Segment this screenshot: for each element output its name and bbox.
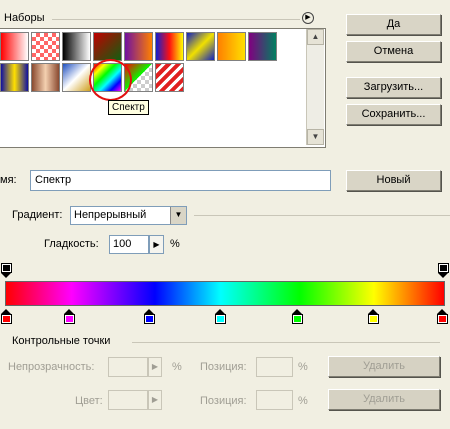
opacity-input[interactable] — [108, 357, 148, 377]
color-swatch-input[interactable] — [108, 390, 148, 410]
stops-group-title: Контрольные точки — [12, 335, 111, 347]
gradient-type-value: Непрерывный — [74, 209, 147, 221]
scroll-down-icon[interactable]: ▼ — [307, 129, 324, 145]
color-picker-icon[interactable]: ▶ — [148, 390, 162, 410]
gradient-type-label: Градиент: — [12, 209, 63, 221]
save-button[interactable]: Сохранить... — [346, 104, 441, 125]
stops-divider — [132, 342, 440, 343]
color-stop[interactable] — [1, 309, 12, 324]
ok-button[interactable]: Да — [346, 14, 441, 35]
preset-swatch[interactable] — [124, 32, 153, 61]
color-stop[interactable] — [144, 309, 155, 324]
color-stop[interactable] — [292, 309, 303, 324]
presets-grid: ▲ ▼ — [0, 28, 326, 148]
opacity-position-unit: % — [298, 361, 308, 373]
name-input[interactable]: Спектр — [30, 170, 331, 191]
gradient-type-select[interactable]: Непрерывный ▼ — [70, 206, 187, 225]
opacity-stop-left[interactable] — [1, 263, 12, 279]
preset-swatch[interactable] — [0, 32, 29, 61]
preset-swatch[interactable] — [0, 63, 29, 92]
color-stop-swatch — [3, 316, 10, 322]
color-stop-swatch — [294, 316, 301, 322]
preset-swatch[interactable] — [93, 32, 122, 61]
dropdown-arrow-icon[interactable]: ▼ — [170, 207, 186, 224]
color-position-unit: % — [298, 395, 308, 407]
opacity-label: Непрозрачность: — [8, 361, 95, 373]
scroll-up-icon[interactable]: ▲ — [307, 29, 324, 45]
color-stop-swatch — [439, 316, 446, 322]
opacity-position-input[interactable] — [256, 357, 293, 377]
preset-swatch[interactable] — [62, 32, 91, 61]
presets-scrollbar[interactable]: ▲ ▼ — [306, 29, 324, 145]
preset-tooltip: Спектр — [108, 100, 149, 115]
gradient-divider — [194, 215, 450, 216]
smoothness-unit: % — [170, 238, 180, 250]
preset-swatch[interactable] — [31, 32, 60, 61]
smoothness-label: Гладкость: — [44, 238, 99, 250]
load-button[interactable]: Загрузить... — [346, 77, 441, 98]
color-stop-swatch — [370, 316, 377, 322]
name-label: мя: — [0, 174, 17, 186]
presets-divider — [52, 19, 300, 20]
preset-swatch[interactable] — [155, 63, 184, 92]
smoothness-slider-icon[interactable]: ▶ — [149, 235, 164, 254]
color-label: Цвет: — [75, 395, 103, 407]
preset-swatch[interactable] — [62, 63, 91, 92]
color-stop[interactable] — [64, 309, 75, 324]
new-button[interactable]: Новый — [346, 170, 441, 191]
color-stop[interactable] — [215, 309, 226, 324]
delete-color-button[interactable]: Удалить — [328, 389, 440, 410]
preset-swatch[interactable] — [31, 63, 60, 92]
opacity-unit: % — [172, 361, 182, 373]
preset-swatch[interactable] — [248, 32, 277, 61]
color-position-label: Позиция: — [200, 395, 247, 407]
opacity-position-label: Позиция: — [200, 361, 247, 373]
color-position-input[interactable] — [256, 390, 293, 410]
preset-swatch[interactable] — [217, 32, 246, 61]
color-stop[interactable] — [437, 309, 448, 324]
cancel-button[interactable]: Отмена — [346, 41, 441, 62]
presets-menu-icon[interactable]: ▶ — [302, 12, 314, 24]
selection-highlight — [89, 59, 132, 101]
preset-swatch[interactable] — [186, 32, 215, 61]
preset-swatch[interactable] — [155, 32, 184, 61]
delete-opacity-button[interactable]: Удалить — [328, 356, 440, 377]
color-stop-swatch — [146, 316, 153, 322]
smoothness-input[interactable]: 100 — [109, 235, 149, 254]
color-stop-swatch — [217, 316, 224, 322]
gradient-bar[interactable] — [5, 281, 445, 306]
color-stop-swatch — [66, 316, 73, 322]
opacity-stop-right[interactable] — [438, 263, 449, 279]
color-stop[interactable] — [368, 309, 379, 324]
opacity-slider-icon[interactable]: ▶ — [148, 357, 162, 377]
presets-title: Наборы — [4, 12, 45, 24]
